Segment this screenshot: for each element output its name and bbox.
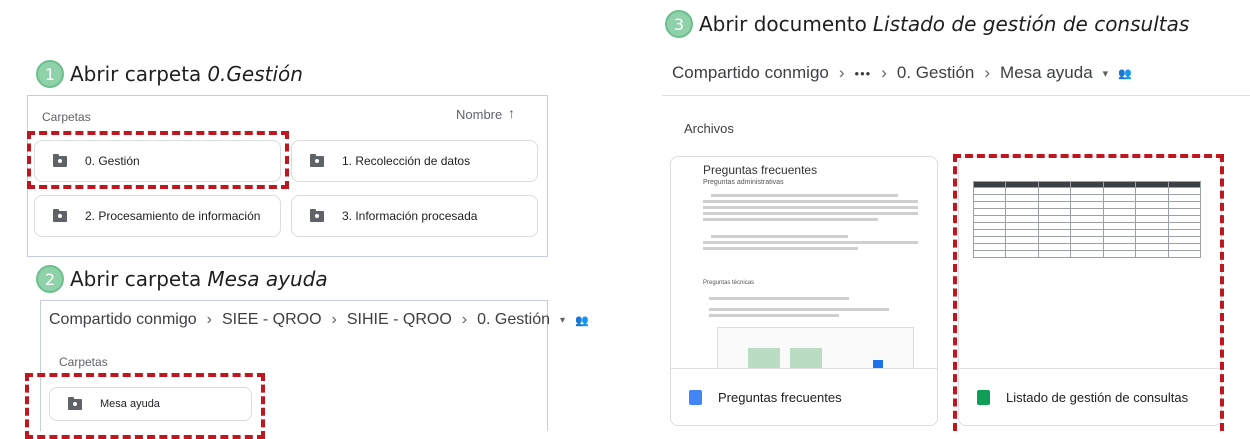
shared-people-icon: 👥 bbox=[1118, 67, 1132, 80]
folder-name: 2. Procesamiento de información bbox=[85, 209, 261, 223]
folders-header: Carpetas bbox=[59, 355, 108, 369]
shared-people-icon: 👥 bbox=[575, 314, 589, 327]
breadcrumb-drive: Compartido conmigo › ••• › 0. Gestión › … bbox=[672, 63, 1132, 83]
more-icon[interactable]: ••• bbox=[855, 66, 872, 81]
chevron-right-icon: › bbox=[881, 63, 887, 82]
step-2-badge: 2 bbox=[36, 265, 64, 293]
file-name: Preguntas frecuentes bbox=[718, 389, 842, 405]
highlight-gestion bbox=[27, 131, 289, 189]
step-3-text: Abrir documento bbox=[699, 12, 867, 36]
folder-card-procesamiento[interactable]: 2. Procesamiento de información bbox=[34, 195, 281, 237]
breadcrumb-item[interactable]: Mesa ayuda bbox=[1000, 63, 1093, 83]
breadcrumb-item[interactable]: Compartido conmigo bbox=[49, 311, 197, 329]
preview-title: Preguntas frecuentes bbox=[703, 163, 818, 177]
breadcrumb-item[interactable]: SIEE - QROO bbox=[222, 311, 322, 329]
preview-text-lines-2 bbox=[709, 294, 889, 320]
step-2-target: Mesa ayuda bbox=[207, 267, 328, 291]
step-1-label: 1 Abrir carpeta 0.Gestión bbox=[36, 60, 303, 88]
step-1-target: 0.Gestión bbox=[207, 62, 303, 86]
docs-icon bbox=[689, 389, 702, 405]
preview-text-lines bbox=[703, 191, 918, 253]
chevron-right-icon: › bbox=[331, 311, 337, 328]
file-card-preguntas[interactable]: Preguntas frecuentes Preguntas administr… bbox=[670, 156, 938, 426]
step-2-text: Abrir carpeta bbox=[70, 267, 202, 291]
arrow-up-icon[interactable]: ↑ bbox=[508, 105, 515, 121]
breadcrumb-item[interactable]: Compartido conmigo bbox=[672, 63, 829, 83]
preview-section2: Preguntas técnicas bbox=[703, 280, 755, 286]
chevron-right-icon: › bbox=[206, 311, 212, 328]
breadcrumb-item[interactable]: SIHIE - QROO bbox=[347, 311, 452, 329]
folder-name: 3. Información procesada bbox=[342, 209, 478, 223]
files-header: Archivos bbox=[684, 121, 734, 136]
chevron-right-icon: › bbox=[838, 63, 845, 82]
step-1-badge: 1 bbox=[36, 60, 64, 88]
folders-header: Carpetas bbox=[42, 110, 91, 124]
step-3-badge: 3 bbox=[665, 10, 693, 38]
highlight-listado bbox=[953, 154, 1224, 431]
highlight-mesa-ayuda bbox=[25, 373, 265, 439]
step-3-target: Listado de gestión de consultas bbox=[872, 12, 1190, 36]
folder-name: 1. Recolección de datos bbox=[342, 154, 471, 168]
folder-icon bbox=[310, 208, 324, 222]
breadcrumb-item[interactable]: 0. Gestión bbox=[897, 63, 975, 83]
step-3-label: 3 Abrir documento Listado de gestión de … bbox=[665, 10, 1189, 38]
dropdown-arrow-icon[interactable]: ▾ bbox=[560, 315, 565, 326]
divider bbox=[662, 95, 1250, 96]
chevron-right-icon: › bbox=[984, 63, 991, 82]
folder-icon bbox=[53, 208, 67, 222]
step-2-label: 2 Abrir carpeta Mesa ayuda bbox=[36, 265, 328, 293]
dropdown-arrow-icon[interactable]: ▾ bbox=[1103, 67, 1109, 80]
file-footer: Preguntas frecuentes bbox=[671, 368, 937, 425]
folder-card-informacion[interactable]: 3. Información procesada bbox=[291, 195, 538, 237]
chevron-right-icon: › bbox=[461, 311, 468, 328]
folder-card-recoleccion[interactable]: 1. Recolección de datos bbox=[291, 140, 538, 182]
step-1-text: Abrir carpeta bbox=[70, 62, 202, 86]
preview-subtitle: Preguntas administrativas bbox=[703, 179, 784, 186]
breadcrumb: Compartido conmigo › SIEE - QROO › SIHIE… bbox=[49, 311, 589, 329]
folder-icon bbox=[310, 153, 324, 167]
breadcrumb-item[interactable]: 0. Gestión bbox=[477, 311, 550, 329]
sort-label[interactable]: Nombre bbox=[456, 107, 502, 122]
